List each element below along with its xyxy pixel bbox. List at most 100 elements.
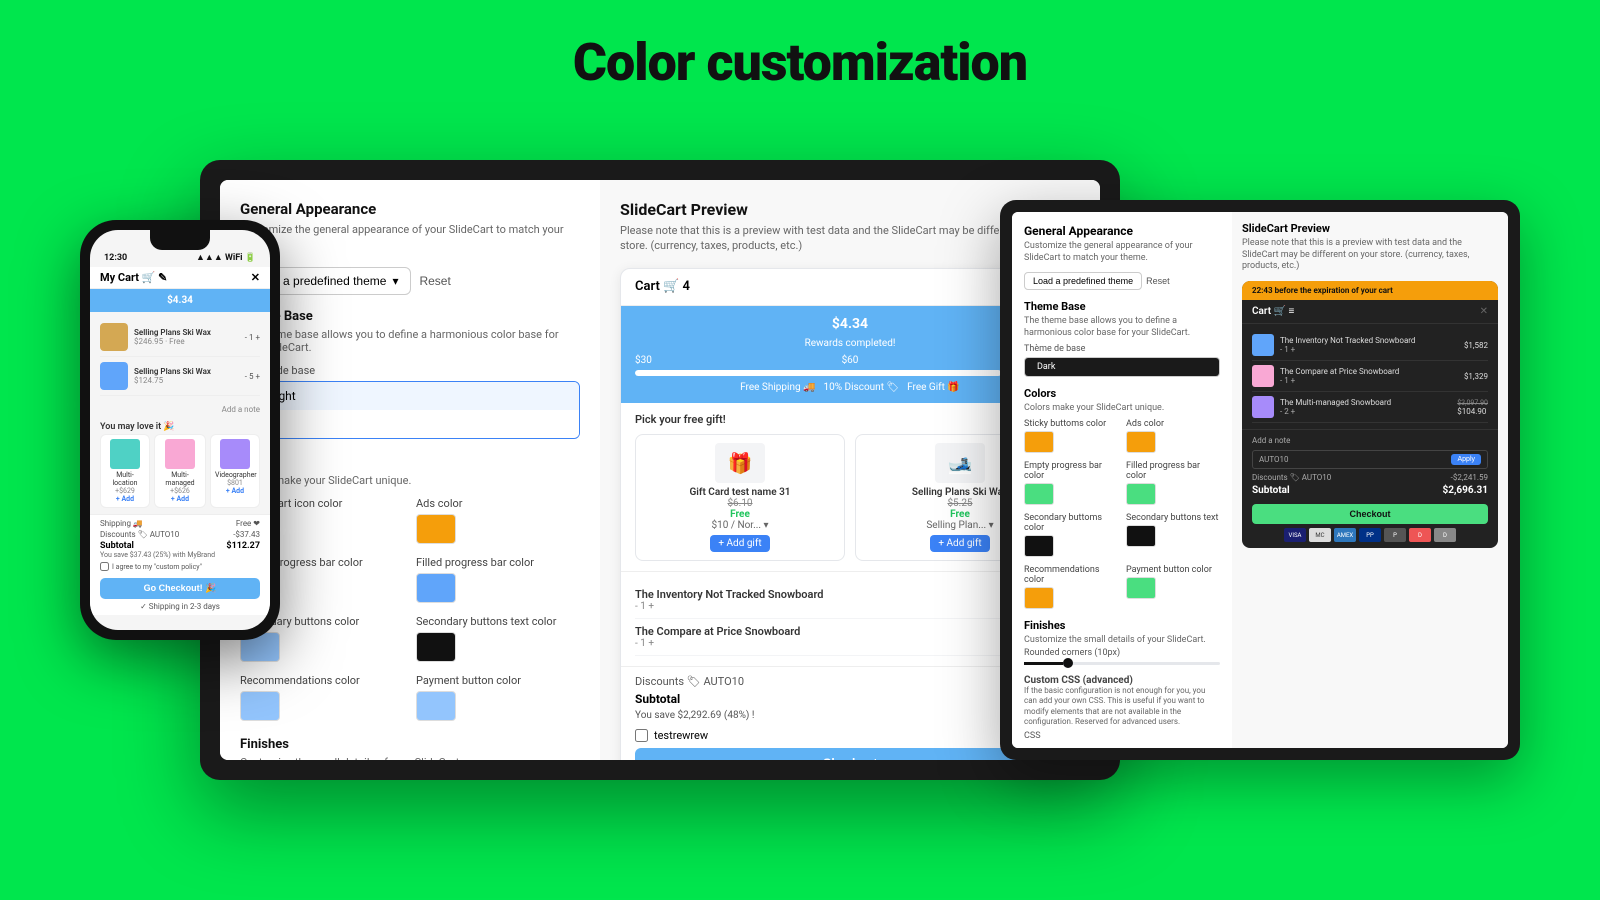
dark-add-note[interactable]: Add a note [1252,436,1488,445]
color-swatch-secondary-btns-text[interactable] [416,632,456,662]
testrewrew-checkbox[interactable] [635,729,648,742]
subtotal-label: Subtotal [635,692,680,706]
milestone-2: $60 [842,355,859,366]
add-gift-btn-1[interactable]: + Add gift [710,535,769,552]
right-color-label-1: Sticky buttoms color [1024,419,1118,429]
right-desktop-mockup: General Appearance Customize the general… [1000,200,1520,760]
dark-discount-code: AUTO10 [1259,455,1289,464]
phone-item-price-2: $124.75 [134,376,239,385]
badge-shipping: Free Shipping 🚚 [740,382,815,393]
dark-item-price-3: $104.90 [1457,407,1488,416]
phone-rec-price-2: +$626 [159,487,201,495]
dark-item-old-price-3: $3,097.90 [1457,399,1488,407]
dark-amex-icon: AMEX [1334,528,1356,542]
color-swatch-payment-btn[interactable] [416,691,456,721]
colors-label: Colors [240,455,580,470]
color-swatch-filled-progress[interactable] [416,573,456,603]
phone-rec-add-3[interactable]: + Add [215,487,255,495]
phone-progress: $4.34 [90,289,270,312]
theme-dropdown[interactable]: ✓ Light Dark [240,381,580,439]
phone-qty-1: - 1 + [245,333,260,342]
right-load-theme-button[interactable]: Load a predefined theme [1024,272,1142,290]
color-ads-label: Ads color [416,497,580,510]
colors-section: Colors Colors make your SlideCart unique… [240,455,580,721]
right-theme-base-label: Theme Base [1024,300,1220,313]
theme-option-light[interactable]: ✓ Light [241,382,579,410]
phone-savings: You save $37.43 (25%) with MyBrand [100,551,260,559]
right-color-swatch-8[interactable] [1126,577,1156,599]
color-filled-progress: Filled progress bar color [416,556,580,603]
phone-item-name-1: Selling Plans Ski Wax [134,328,239,337]
right-color-swatch-3[interactable] [1024,483,1054,505]
gift-select-1[interactable]: $10 / Nor... ▾ [644,520,836,531]
right-color-swatch-2[interactable] [1126,431,1156,453]
reset-button[interactable]: Reset [419,274,450,288]
right-panel-title: General Appearance [1024,224,1220,238]
phone-subtotal-label: Subtotal [100,541,134,551]
finishes-label: Finishes [240,737,580,752]
dark-visa-icon: VISA [1284,528,1306,542]
dark-item-price-2: $1,329 [1464,372,1488,381]
phone-cart-items: Selling Plans Ski Wax $246.95 · Free - 1… [90,312,270,402]
dark-item-qty-3: - 2 + [1280,407,1391,416]
phone-you-may-love: You may love it 🎉 [90,417,270,434]
right-color-label-4: Filled progress bar color [1126,461,1220,481]
phone-rec-name-1: Multi-location [105,471,145,487]
color-ads: Ads color [416,497,580,544]
right-color-swatch-5[interactable] [1024,535,1054,557]
add-gift-btn-2[interactable]: + Add gift [930,535,989,552]
dark-item-thumb-1 [1252,334,1274,356]
testrewrew-label: testrewrew [654,729,708,742]
right-custom-css-label: Custom CSS (advanced) [1024,675,1220,686]
right-color-1: Sticky buttoms color [1024,419,1118,453]
right-color-swatch-7[interactable] [1024,587,1054,609]
dark-checkout-button[interactable]: Checkout [1252,504,1488,524]
screens-container: General Appearance Customize the general… [80,140,1520,880]
right-color-4: Filled progress bar color [1126,461,1220,505]
right-color-2: Ads color [1126,419,1220,453]
theme-option-dark[interactable]: Dark [241,410,579,438]
dark-d2-icon: D [1434,528,1456,542]
gift-img-2: 🎿 [935,443,985,483]
dark-subtotal-row: Subtotal $2,696.31 [1252,485,1488,496]
dark-discount-amount: -$2,241.59 [1451,473,1488,482]
right-theme-dropdown[interactable]: Dark [1024,357,1220,377]
phone-rec-add-1[interactable]: + Add [105,495,145,503]
theme-base-label: Theme Base [240,309,580,324]
dark-subtotal-amount: $2,696.31 [1442,485,1488,496]
right-color-label-8: Payment button color [1126,565,1220,575]
phone-discount-amount: -$37.43 [233,530,260,539]
right-panel-subtitle: Customize the general appearance of your… [1024,241,1220,264]
finishes-section: Finishes Customize the small details of … [240,737,580,760]
phone-cart-title-text: My Cart 🛒 ✎ [100,271,167,284]
right-color-swatch-1[interactable] [1024,431,1054,453]
phone-checkout-button[interactable]: Go Checkout! 🎉 [100,578,260,599]
phone-rec-item-1: Multi-location +$629 + Add [100,434,150,508]
dark-cart-widget: 22:43 before the expiration of your cart… [1242,281,1498,548]
dark-item-price-1: $1,582 [1464,341,1488,350]
right-color-label-3: Empty progress bar color [1024,461,1118,481]
right-theme-dark-option[interactable]: Dark [1025,358,1219,376]
color-swatch-ads[interactable] [416,514,456,544]
right-slider-track[interactable] [1024,662,1220,665]
right-rounded-label: Rounded corners (10px) [1024,648,1220,658]
right-color-7: Recommendations color [1024,565,1118,609]
phone-rec-name-3: Videographer [215,471,255,479]
dark-cart-close[interactable]: ✕ [1480,306,1488,317]
phone-mockup: 12:30 ▲▲▲ WiFi 🔋 My Cart 🛒 ✎ ✕ $4.34 Sel… [80,220,280,640]
phone-add-note[interactable]: Add a note [90,402,270,417]
right-reset-button[interactable]: Reset [1146,276,1170,286]
right-color-swatch-6[interactable] [1126,525,1156,547]
right-color-swatch-4[interactable] [1126,483,1156,505]
phone-cart-title: My Cart 🛒 ✎ ✕ [90,267,270,289]
chevron-down-icon: ▾ [392,274,398,288]
phone-policy-checkbox[interactable] [100,562,109,571]
dark-apply-btn[interactable]: Apply [1451,454,1481,465]
phone-item-thumb-1 [100,323,128,351]
theme-de-base-label: Thème de base [240,364,580,377]
color-swatch-recommendations[interactable] [240,691,280,721]
phone-cart-close[interactable]: ✕ [251,271,260,284]
cart-item-name-2: The Compare at Price Snowboard [635,625,800,638]
phone-rec-add-2[interactable]: + Add [159,495,201,503]
phone-rec-price-1: +$629 [105,487,145,495]
